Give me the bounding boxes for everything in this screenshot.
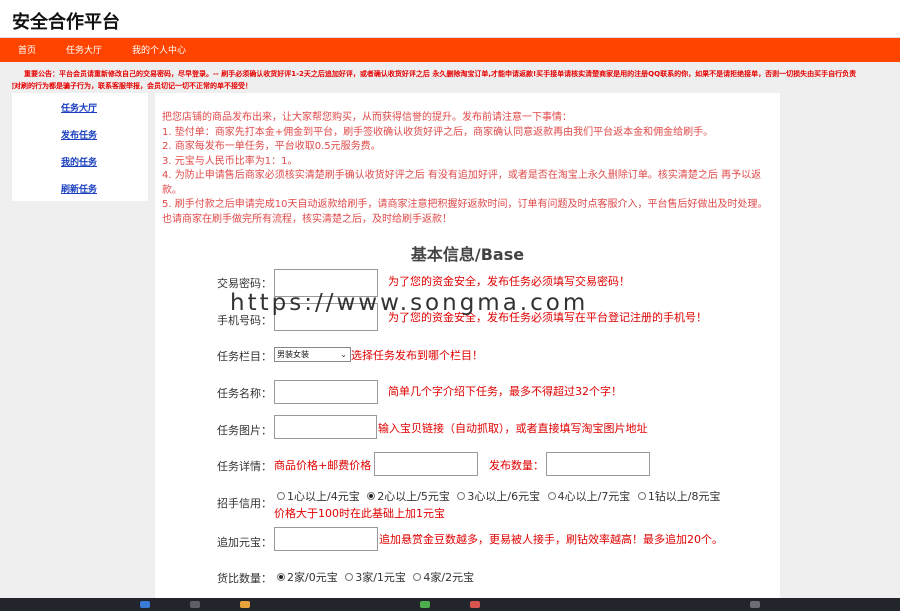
column-select-value: 男装女装	[277, 350, 309, 359]
bonus-input[interactable]	[274, 527, 378, 551]
watermark: https://www.songma.com	[230, 290, 589, 316]
image-label: 任务图片：	[217, 424, 272, 437]
password-hint: 为了您的资金安全，发布任务必须填写交易密码！	[388, 275, 630, 288]
app-icon[interactable]	[470, 601, 480, 608]
compare-option-1[interactable]: 2家/0元宝	[277, 569, 338, 585]
notice-line-2: 任何对刷的行为都是骗子行为，联系客服举报，会员切记一切不正常的单不接受！	[12, 82, 252, 90]
credit-option-4[interactable]: 4心以上/7元宝	[547, 488, 630, 504]
password-label: 交易密码：	[217, 277, 272, 290]
nav-task-hall[interactable]: 任务大厅	[66, 43, 102, 56]
notice-line-1: 重要公告：平台会员请重新修改自己的交易密码，尽早登录。-- 刷手必须确认收货好评…	[24, 70, 857, 78]
main-content: 把您店铺的商品发布出来，让大家帮您购买，从而获得信誉的提升。发布前请注意一下事情…	[155, 93, 780, 611]
rule-item: 4. 为防止申请售后商家必须核实清楚刷手确认收货好评之后 有没有追加好评，或者是…	[162, 170, 762, 196]
image-hint: 输入宝贝链接（自动抓取），或者直接填写淘宝图片地址	[378, 422, 648, 435]
radio-icon	[277, 492, 285, 500]
app-icon[interactable]	[420, 601, 430, 608]
sidebar-item-publish-task[interactable]: 发布任务	[61, 128, 97, 141]
sidebar-item-task-hall[interactable]: 任务大厅	[61, 101, 97, 114]
quantity-input[interactable]	[546, 452, 650, 476]
section-title: 基本信息/Base	[410, 245, 525, 264]
rule-item: 1. 垫付单：商家先打本金+佣金到平台，刷手签收确认收货好评之后，商家确认同意返…	[162, 126, 714, 138]
sidebar-item-refresh-task[interactable]: 刷新任务	[61, 182, 97, 195]
credit-option-2[interactable]: 2心以上/5元宝	[367, 488, 450, 504]
quantity-label: 发布数量：	[489, 459, 544, 472]
credit-option-1[interactable]: 1心以上/4元宝	[277, 488, 360, 504]
credit-option-3[interactable]: 3心以上/6元宝	[457, 488, 540, 504]
credit-note: 价格大于100时在此基础上加1元宝	[274, 507, 445, 520]
radio-checked-icon	[277, 573, 285, 581]
bonus-hint: 追加悬赏金豆数越多，更易被人接手，刷钻效率越高！最多追加20个。	[379, 533, 723, 546]
radio-icon	[345, 573, 354, 581]
rules-intro: 把您店铺的商品发布出来，让大家帮您购买，从而获得信誉的提升。发布前请注意一下事情…	[162, 112, 572, 123]
notice-banner: 重要公告：平台会员请重新修改自己的交易密码，尽早登录。-- 刷手必须确认收货好评…	[12, 68, 900, 92]
bonus-label: 追加元宝：	[217, 536, 272, 549]
app-icon[interactable]	[140, 601, 150, 608]
task-image-input[interactable]	[274, 415, 377, 439]
compare-label: 货比数量：	[217, 572, 272, 585]
rule-item: 3. 元宝与人民币比率为1：1。	[162, 155, 298, 167]
credit-option-5[interactable]: 1钻以上/8元宝	[637, 488, 721, 504]
nav-home[interactable]: 首页	[18, 43, 36, 56]
compare-options: 2家/0元宝 3家/1元宝 4家/2元宝	[277, 569, 478, 585]
site-title: 安全合作平台	[12, 12, 120, 33]
name-label: 任务名称：	[217, 387, 272, 400]
rule-item: 2. 商家每发布一单任务，平台收取0.5元服务费。	[162, 141, 381, 152]
app-icon[interactable]	[240, 601, 250, 608]
nav-personal-center[interactable]: 我的个人中心	[132, 43, 186, 56]
column-label: 任务栏目：	[217, 350, 272, 363]
site-header: 安全合作平台	[0, 0, 900, 38]
radio-icon	[413, 573, 422, 581]
credit-options: 1心以上/4元宝 2心以上/5元宝 3心以上/6元宝 4心以上/7元宝 1钻以上…	[277, 488, 725, 504]
compare-option-2[interactable]: 3家/1元宝	[345, 569, 406, 585]
publish-rules: 把您店铺的商品发布出来，让大家帮您购买，从而获得信誉的提升。发布前请注意一下事情…	[162, 111, 774, 227]
credit-label: 招手信用：	[217, 497, 272, 510]
price-label: 商品价格+邮费价格	[274, 459, 372, 472]
compare-option-3[interactable]: 4家/2元宝	[413, 569, 474, 585]
app-icon[interactable]	[750, 601, 760, 608]
os-taskbar	[0, 598, 900, 611]
radio-checked-icon	[367, 492, 376, 500]
detail-label: 任务详情：	[217, 460, 272, 473]
sidebar-item-my-tasks[interactable]: 我的任务	[61, 155, 97, 168]
sidebar: 任务大厅 发布任务 我的任务 刷新任务	[12, 93, 148, 201]
main-nav: 首页 任务大厅 我的个人中心	[0, 38, 900, 62]
radio-icon	[637, 492, 646, 500]
radio-icon	[457, 492, 466, 500]
radio-icon	[547, 492, 556, 500]
task-name-input[interactable]	[274, 380, 378, 404]
rule-item: 5. 刷手付款之后申请完成10天自动返款给刷手，请商家注意把积握好返款时间，订单…	[162, 199, 768, 225]
chevron-down-icon: ⌄	[340, 350, 347, 359]
app-icon[interactable]	[190, 601, 200, 608]
price-input[interactable]	[374, 452, 478, 476]
column-hint: 选择任务发布到哪个栏目！	[351, 349, 483, 362]
name-hint: 简单几个字介绍下任务，最多不得超过32个字！	[388, 385, 622, 398]
column-select[interactable]: 男装女装 ⌄	[274, 347, 351, 362]
